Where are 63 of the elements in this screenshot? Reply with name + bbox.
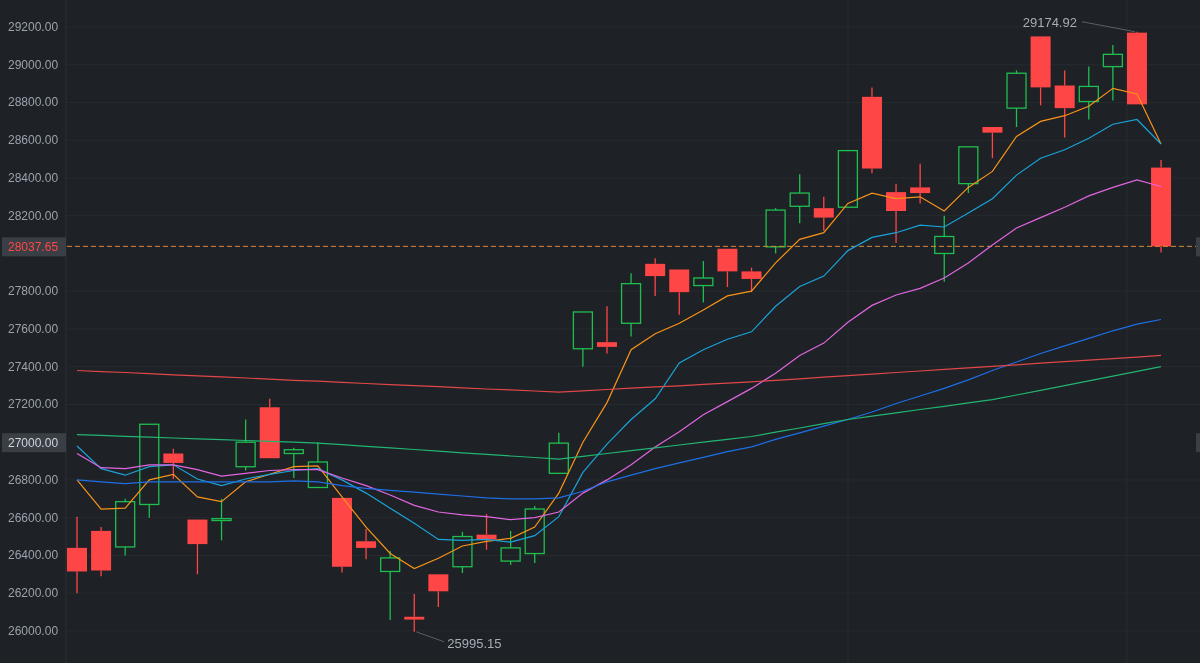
candlestick bbox=[934, 215, 955, 283]
candlestick bbox=[211, 498, 232, 541]
candlestick bbox=[404, 593, 425, 633]
candlestick bbox=[886, 183, 907, 244]
crosshair-price-tag: 27000.00 bbox=[2, 433, 66, 453]
axis-label: 29000.00 bbox=[8, 57, 59, 72]
candlestick bbox=[524, 505, 545, 564]
candlestick bbox=[259, 398, 280, 459]
candlestick bbox=[717, 248, 738, 288]
axis-label: 28800.00 bbox=[8, 95, 59, 110]
candlestick bbox=[500, 530, 521, 566]
last-price-tag: 28037.65 bbox=[2, 237, 66, 257]
candlestick bbox=[115, 498, 136, 557]
axis-label: 28400.00 bbox=[8, 170, 59, 185]
leader-line bbox=[1081, 21, 1136, 33]
axis-label: 29200.00 bbox=[8, 20, 59, 34]
axis-label: 27200.00 bbox=[8, 397, 59, 412]
candlestick bbox=[356, 528, 377, 560]
candlestick bbox=[91, 526, 112, 577]
candlestick bbox=[1078, 65, 1099, 121]
high-price-label: 29174.92 bbox=[1022, 14, 1077, 30]
candlestick bbox=[1030, 35, 1051, 106]
candlestick bbox=[1054, 69, 1075, 139]
candlestick bbox=[741, 266, 762, 293]
candlestick bbox=[669, 268, 690, 316]
candlestick bbox=[548, 432, 569, 474]
candlestick bbox=[645, 257, 666, 297]
candlestick bbox=[1102, 44, 1123, 102]
leader-line bbox=[415, 631, 445, 643]
candlestick bbox=[428, 573, 449, 608]
candlestick bbox=[307, 441, 329, 489]
candlestick bbox=[283, 447, 304, 479]
axis-label: 27400.00 bbox=[8, 359, 59, 374]
candlestick bbox=[693, 260, 714, 304]
axis-label: 27600.00 bbox=[8, 321, 59, 336]
candlestick bbox=[837, 149, 859, 208]
axis-label: 26800.00 bbox=[8, 472, 59, 487]
axis-label: 28200.00 bbox=[8, 208, 59, 223]
candlestick bbox=[765, 207, 786, 255]
candlestick bbox=[910, 163, 931, 205]
candlestick bbox=[813, 196, 834, 232]
candlestick bbox=[620, 272, 642, 338]
axis-marker bbox=[1196, 433, 1200, 453]
candlestick bbox=[163, 448, 184, 480]
low-price-label: 25995.15 bbox=[447, 635, 502, 651]
candlestick bbox=[452, 531, 473, 574]
candlestick bbox=[597, 305, 617, 355]
axis-label: 26000.00 bbox=[8, 623, 59, 638]
axis-marker bbox=[1196, 237, 1200, 257]
candlestick bbox=[982, 126, 1003, 159]
candlestick bbox=[380, 550, 401, 621]
candlestick bbox=[958, 146, 979, 194]
axis-label: 26200.00 bbox=[8, 586, 59, 601]
candlestick bbox=[235, 418, 256, 472]
candlestick bbox=[476, 513, 497, 551]
axis-label: 27800.00 bbox=[8, 284, 59, 299]
axis-label: 28600.00 bbox=[8, 133, 59, 148]
candlestick bbox=[789, 173, 810, 224]
candlestick bbox=[572, 311, 594, 368]
axis-label: 26600.00 bbox=[8, 510, 59, 525]
candlestick bbox=[187, 518, 208, 575]
candlestick bbox=[1006, 69, 1027, 128]
axis-label: 26400.00 bbox=[8, 548, 59, 563]
